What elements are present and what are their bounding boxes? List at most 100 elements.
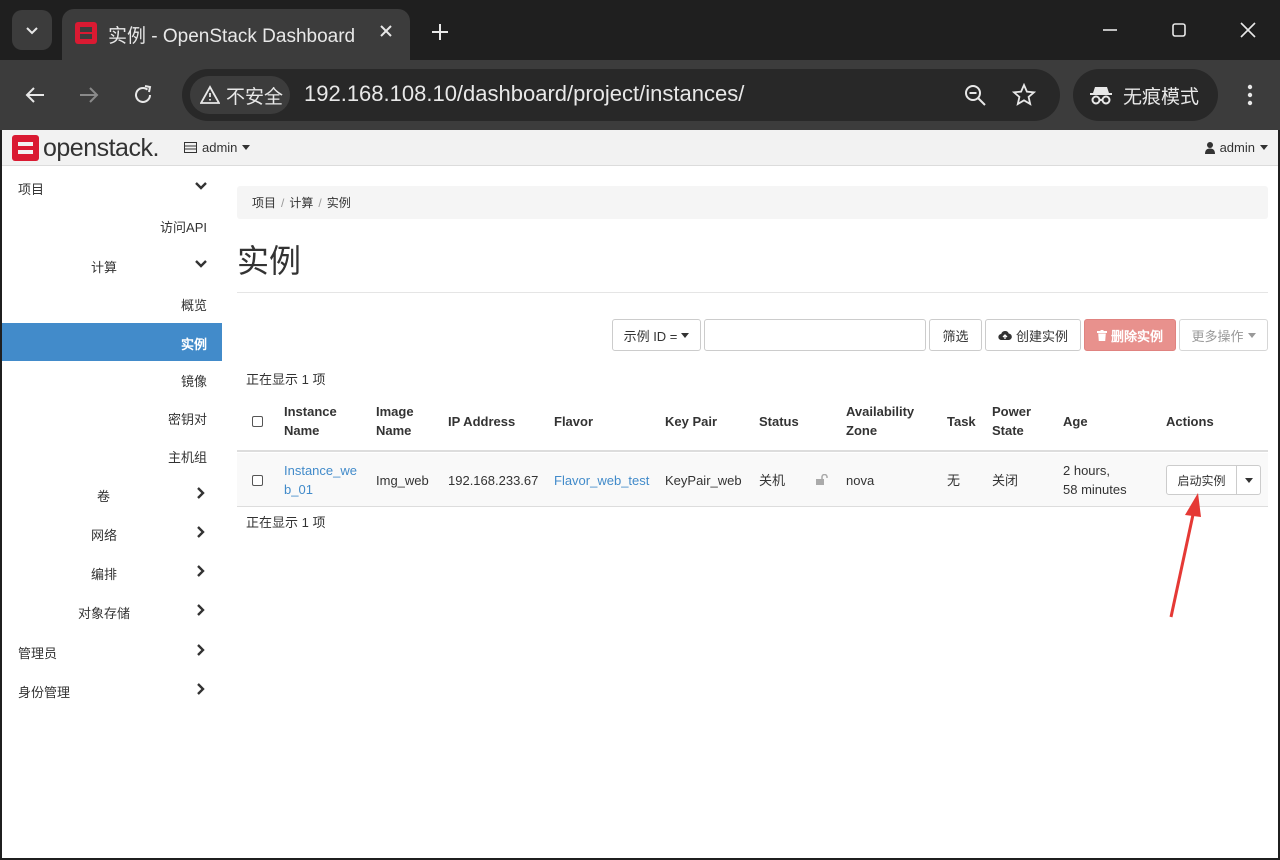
close-icon bbox=[1240, 22, 1256, 38]
sidebar-item-server-groups[interactable]: 主机组 bbox=[2, 436, 222, 474]
header-line: Name bbox=[376, 423, 412, 438]
browser-menu-button[interactable] bbox=[1235, 77, 1265, 113]
column-header-actions: Actions bbox=[1166, 414, 1214, 429]
instance-name-link[interactable]: Instance_we b_01 bbox=[284, 461, 357, 499]
openstack-favicon-icon bbox=[75, 22, 97, 44]
more-actions-button[interactable]: 更多操作 bbox=[1179, 319, 1268, 351]
new-tab-button[interactable] bbox=[424, 16, 456, 48]
reload-button[interactable] bbox=[125, 77, 161, 113]
create-instance-label: 创建实例 bbox=[1015, 328, 1068, 344]
item-count-top: 正在显示 1 项 bbox=[246, 372, 326, 387]
cell-age: 2 hours, 58 minutes bbox=[1063, 461, 1127, 499]
sidebar-item-instances[interactable]: 实例 bbox=[2, 323, 222, 361]
sidebar-item-overview[interactable]: 概览 bbox=[2, 284, 222, 322]
delete-instances-label: 删除实例 bbox=[1110, 328, 1163, 344]
sidebar-item-label: 对象存储 bbox=[78, 606, 131, 621]
user-menu[interactable]: admin bbox=[1204, 140, 1268, 155]
column-header-image-name[interactable]: Image Name bbox=[376, 402, 414, 440]
column-header-availability-zone[interactable]: Availability Zone bbox=[846, 402, 914, 440]
column-header-age[interactable]: Age bbox=[1063, 412, 1088, 431]
sidebar-item-label: 实例 bbox=[180, 337, 207, 352]
sidebar-item-orchestration[interactable]: 编排 bbox=[2, 553, 222, 591]
page-title: 实例 bbox=[237, 243, 302, 279]
caret-down-icon bbox=[681, 332, 690, 338]
column-header-instance-name[interactable]: Instance Name bbox=[284, 402, 337, 440]
top-navbar: openstack. admin admin bbox=[2, 130, 1278, 166]
sidebar-item-images[interactable]: 镜像 bbox=[2, 360, 222, 398]
bookmark-button[interactable] bbox=[1010, 81, 1038, 109]
window-close-button[interactable] bbox=[1226, 12, 1270, 48]
row-actions-dropdown[interactable] bbox=[1237, 465, 1261, 495]
security-indicator[interactable]: 不安全 bbox=[190, 76, 290, 114]
caret-down-icon bbox=[1247, 332, 1256, 338]
project-selector[interactable]: admin bbox=[184, 140, 251, 155]
filter-button[interactable]: 筛选 bbox=[929, 319, 982, 351]
address-bar[interactable]: 不安全 192.168.108.10/dashboard/project/ins… bbox=[182, 69, 1060, 121]
sidebar-item-project[interactable]: 项目 bbox=[2, 168, 222, 206]
cell-key-pair: KeyPair_web bbox=[665, 473, 742, 488]
sidebar-item-label: 计算 bbox=[91, 260, 118, 275]
sidebar-item-identity[interactable]: 身份管理 bbox=[2, 671, 222, 709]
column-header-status[interactable]: Status bbox=[759, 412, 799, 431]
breadcrumb-item-instances: 实例 bbox=[326, 196, 351, 210]
create-instance-button[interactable]: 创建实例 bbox=[985, 319, 1081, 351]
column-header-flavor[interactable]: Flavor bbox=[554, 412, 593, 431]
chevron-down-icon bbox=[195, 260, 207, 268]
browser-tab-active[interactable]: 实例 - OpenStack Dashboard bbox=[62, 9, 410, 60]
arrow-left-icon bbox=[25, 87, 44, 103]
flavor-link[interactable]: Flavor_web_test bbox=[554, 471, 649, 490]
sidebar-item-object-store[interactable]: 对象存储 bbox=[2, 592, 222, 630]
forward-button[interactable] bbox=[71, 77, 107, 113]
warning-icon bbox=[200, 85, 220, 104]
sidebar-item-label: 密钥对 bbox=[167, 412, 207, 427]
sidebar-item-keypairs[interactable]: 密钥对 bbox=[2, 398, 222, 436]
logo-text: openstack. bbox=[43, 133, 159, 162]
item-count-bottom: 正在显示 1 项 bbox=[246, 515, 326, 530]
reload-icon bbox=[135, 85, 152, 103]
sidebar-item-network[interactable]: 网络 bbox=[2, 514, 222, 552]
header-line: Name bbox=[284, 423, 320, 438]
maximize-button[interactable] bbox=[1157, 12, 1201, 48]
start-instance-button[interactable]: 启动实例 bbox=[1166, 465, 1237, 495]
filter-field-select[interactable]: 示例 ID = bbox=[612, 319, 701, 351]
chevron-right-icon bbox=[197, 526, 205, 538]
url-text[interactable]: 192.168.108.10/dashboard/project/instanc… bbox=[304, 81, 744, 107]
column-header-power-state[interactable]: Power State bbox=[992, 402, 1031, 440]
sidebar: 项目 访问API 计算 概览 实例 镜像 密钥对 主机组 卷 网络 编排 对象存… bbox=[2, 166, 222, 858]
browser-tab-bar: 实例 - OpenStack Dashboard bbox=[0, 0, 1280, 60]
header-line: Power bbox=[992, 404, 1032, 419]
minimize-button[interactable] bbox=[1088, 12, 1132, 48]
delete-instances-button[interactable]: 删除实例 bbox=[1084, 319, 1176, 351]
user-name: admin bbox=[1219, 140, 1255, 155]
caret-down-icon bbox=[1244, 477, 1253, 483]
sidebar-item-label: 身份管理 bbox=[18, 685, 71, 700]
sidebar-item-admin[interactable]: 管理员 bbox=[2, 632, 222, 670]
column-header-ip-address[interactable]: IP Address bbox=[448, 412, 515, 431]
breadcrumb-separator: / bbox=[318, 195, 322, 210]
zoom-button[interactable] bbox=[961, 81, 989, 109]
title-divider bbox=[237, 292, 1268, 293]
dashboard-page: openstack. admin admin 项目 访问API 计算 概览 实例… bbox=[2, 130, 1278, 858]
openstack-logo[interactable]: openstack. bbox=[12, 133, 159, 162]
sidebar-item-compute[interactable]: 计算 bbox=[2, 246, 222, 284]
back-button[interactable] bbox=[17, 77, 53, 113]
unlock-icon[interactable] bbox=[816, 474, 828, 485]
chevron-right-icon bbox=[197, 565, 205, 577]
incognito-indicator[interactable]: 无痕模式 bbox=[1073, 69, 1218, 121]
column-header-task[interactable]: Task bbox=[947, 412, 976, 431]
breadcrumb-item-compute[interactable]: 计算 bbox=[289, 194, 313, 211]
sidebar-item-volumes[interactable]: 卷 bbox=[2, 475, 222, 513]
tab-close-button[interactable] bbox=[374, 19, 398, 43]
sidebar-item-access-api[interactable]: 访问API bbox=[2, 206, 222, 244]
row-checkbox[interactable] bbox=[252, 475, 263, 486]
column-header-key-pair[interactable]: Key Pair bbox=[665, 412, 717, 431]
filter-input[interactable] bbox=[704, 319, 926, 351]
select-all-checkbox[interactable] bbox=[252, 416, 263, 427]
breadcrumb: 项目 / 计算 / 实例 bbox=[237, 186, 1268, 219]
breadcrumb-item-project[interactable]: 项目 bbox=[252, 194, 276, 211]
sidebar-item-label: 项目 bbox=[18, 182, 45, 197]
sidebar-item-label: 镜像 bbox=[180, 374, 207, 389]
cell-power-state: 关闭 bbox=[992, 473, 1019, 488]
cloud-upload-icon bbox=[998, 330, 1012, 340]
tab-search-button[interactable] bbox=[12, 10, 52, 50]
